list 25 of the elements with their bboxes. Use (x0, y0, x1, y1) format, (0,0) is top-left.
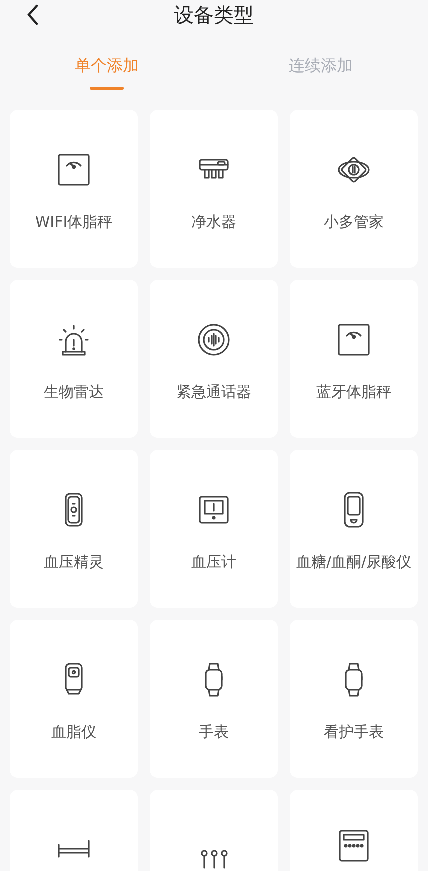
page-title: 设备类型 (174, 2, 254, 28)
device-label: 手表 (199, 722, 229, 742)
device-card[interactable]: 小多管家 (290, 110, 418, 268)
device-card[interactable]: 手表 (150, 620, 278, 778)
device-label: 净水器 (192, 212, 236, 232)
device-card[interactable]: 血压计 (150, 450, 278, 608)
device-label: 小多管家 (324, 212, 384, 232)
device-card[interactable]: 蓝牙体脂秤 (290, 280, 418, 438)
device-card[interactable]: 血脂仪 (10, 620, 138, 778)
device-label: 血压计 (192, 552, 236, 572)
device-label: 紧急通话器 (176, 382, 252, 402)
device-card[interactable]: 生物雷达 (10, 280, 138, 438)
device-card[interactable]: 净水器 (150, 110, 278, 268)
device-label: 血压精灵 (44, 552, 104, 572)
device-label: 蓝牙体脂秤 (316, 382, 392, 402)
device-card[interactable]: WIFI体脂秤 (10, 110, 138, 268)
device-card[interactable]: 紧急通话器 (150, 280, 278, 438)
device-card[interactable]: 血糖/血酮/尿酸仪 (290, 450, 418, 608)
device-label: 血脂仪 (52, 722, 96, 742)
device-label: 生物雷达 (44, 382, 104, 402)
device-card[interactable]: 看护手表 (290, 620, 418, 778)
device-label: 血糖/血酮/尿酸仪 (296, 552, 412, 572)
device-label: 看护手表 (324, 722, 384, 742)
device-card[interactable]: 血压精灵 (10, 450, 138, 608)
device-label: WIFI体脂秤 (35, 212, 113, 232)
